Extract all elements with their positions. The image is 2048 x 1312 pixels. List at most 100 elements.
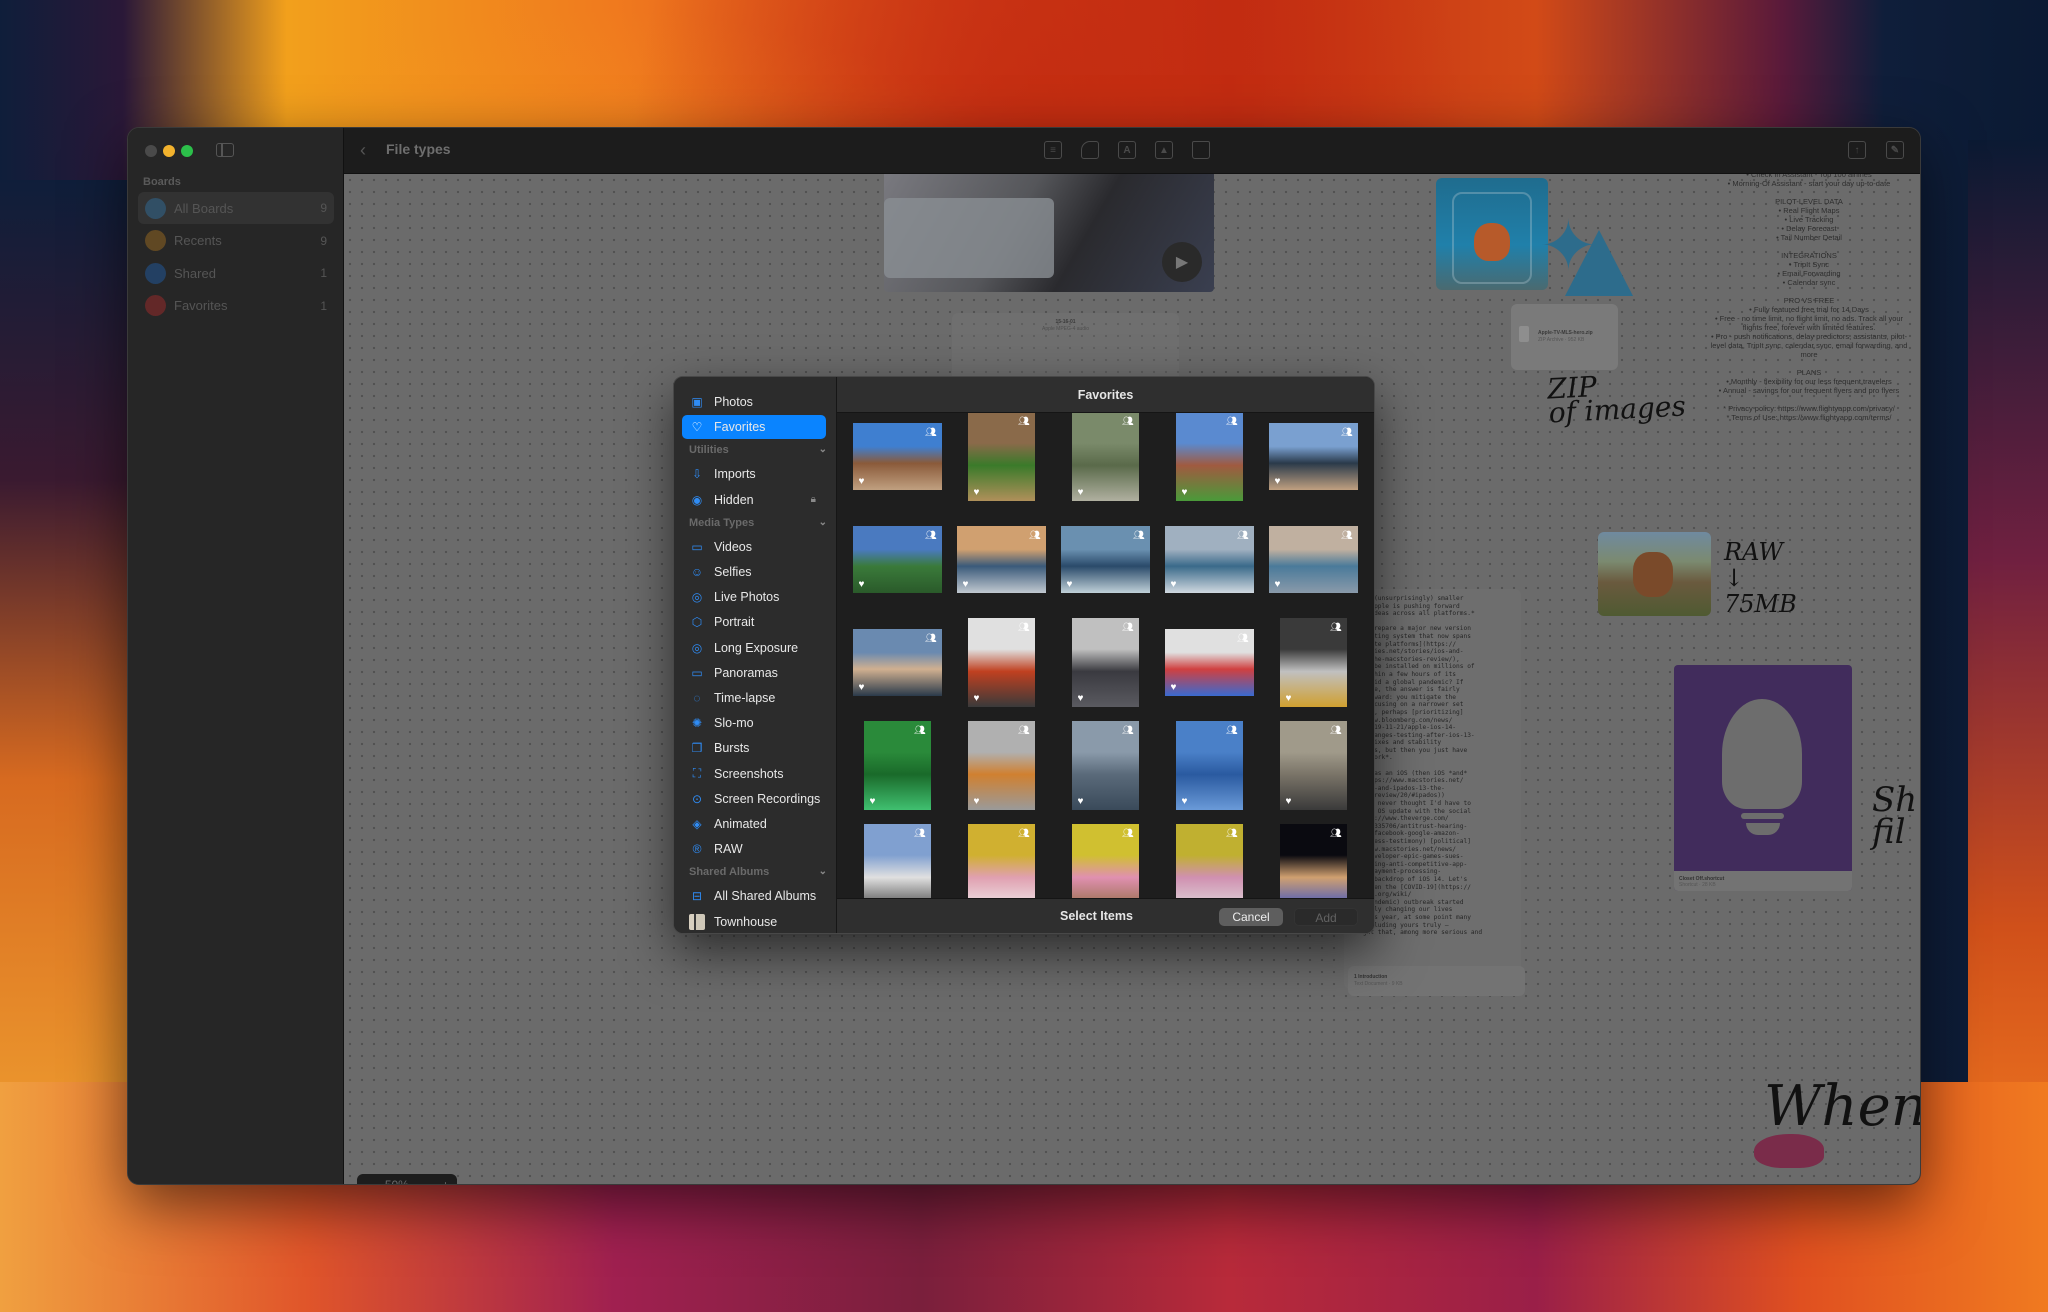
- shared-albums-icon: ⊟: [691, 889, 703, 904]
- lock-icon: 🔒︎: [810, 494, 816, 506]
- long-exposure-icon: ◎: [691, 640, 703, 655]
- picker-sidebar-item-imports[interactable]: ⇩ Imports: [682, 462, 826, 486]
- photo-thumbnail[interactable]: 👥︎♥: [967, 413, 1035, 501]
- shared-people-icon: 👥︎: [925, 529, 937, 540]
- photo-thumbnail[interactable]: 👥︎♥: [1164, 628, 1254, 696]
- picker-sidebar-label: Portrait: [714, 615, 755, 630]
- folder-icon[interactable]: [1192, 141, 1210, 159]
- favorite-heart-icon: ♥: [869, 795, 876, 807]
- note-icon[interactable]: ≡: [1044, 141, 1062, 159]
- shared-people-icon: 👥︎: [1122, 415, 1134, 426]
- photo-thumbnail[interactable]: 👥︎♥: [863, 823, 931, 898]
- maximize-button[interactable]: [181, 145, 193, 157]
- picker-sidebar-item-bursts[interactable]: ❒ Bursts: [682, 736, 826, 760]
- live-photo-icon: ◎: [691, 590, 703, 605]
- slomo-icon: ✺: [691, 716, 703, 731]
- shared-people-icon: 👥︎: [914, 827, 926, 838]
- picker-title: Favorites: [1077, 387, 1134, 402]
- picker-sidebar-item-selfies[interactable]: ☺ Selfies: [682, 560, 826, 584]
- picker-sidebar-item-videos[interactable]: ▭ Videos: [682, 535, 826, 559]
- photo-thumbnail[interactable]: 👥︎ ♥: [863, 720, 931, 810]
- photo-thumbnail[interactable]: 👥︎♥: [1060, 525, 1150, 593]
- shared-people-icon: 👥︎: [1018, 827, 1030, 838]
- photo-thumbnail[interactable]: 👥︎♥: [956, 525, 1046, 593]
- photo-thumbnail[interactable]: 👥︎♥: [1268, 525, 1358, 593]
- chevron-down-icon[interactable]: ⌄: [819, 866, 827, 878]
- picker-sidebar-item-hidden[interactable]: ◉ Hidden 🔒︎: [682, 488, 826, 512]
- screenshot-icon: ⛶: [692, 766, 702, 781]
- picker-sidebar-label: Bursts: [714, 741, 750, 756]
- shapes-icon[interactable]: [1081, 141, 1099, 159]
- picker-sidebar-item-animated[interactable]: ◈ Animated: [682, 812, 826, 836]
- photo-thumbnail[interactable]: 👥︎♥: [1279, 617, 1347, 707]
- photo-thumbnail[interactable]: 👥︎♥: [1268, 422, 1358, 490]
- sidebar-item-count: 9: [320, 201, 327, 215]
- chevron-down-icon[interactable]: ⌄: [819, 444, 827, 456]
- compose-icon[interactable]: ✎: [1886, 141, 1904, 159]
- picker-sidebar-item-long-exposure[interactable]: ◎ Long Exposure: [682, 636, 826, 660]
- media-icon[interactable]: ▲: [1155, 141, 1173, 159]
- cancel-button[interactable]: Cancel: [1219, 908, 1283, 926]
- text-box-icon[interactable]: A: [1118, 141, 1136, 159]
- picker-sidebar-label: RAW: [714, 842, 743, 857]
- photo-thumbnail[interactable]: 👥︎♥: [1071, 413, 1139, 501]
- sidebar-item-label: Shared: [174, 265, 216, 281]
- photo-thumbnail[interactable]: 👥︎ ♥: [852, 525, 942, 593]
- photo-thumbnail[interactable]: 👥︎♥: [967, 617, 1035, 707]
- picker-sidebar-label: Screenshots: [714, 766, 784, 781]
- picker-sidebar-item-townhouse[interactable]: Townhouse: [682, 910, 826, 933]
- picker-sidebar-item-screen-recordings[interactable]: ⊙ Screen Recordings: [682, 787, 826, 811]
- photo-thumbnail[interactable]: 👥︎♥: [852, 422, 942, 490]
- boards-sidebar: Boards All Boards 9 Recents 9 Shared 1 Favorit…: [128, 128, 344, 1184]
- photo-thumbnail[interactable]: 👥︎♥: [1071, 823, 1139, 898]
- shared-people-icon: 👥︎: [914, 724, 926, 735]
- photo-thumbnail[interactable]: 👥︎♥: [1279, 720, 1347, 810]
- chevron-down-icon[interactable]: ⌄: [819, 517, 827, 529]
- share-icon[interactable]: ↑: [1848, 141, 1866, 159]
- sidebar-item-shared[interactable]: Shared 1: [138, 257, 334, 289]
- picker-section-header[interactable]: Shared Albums ⌄: [689, 866, 829, 878]
- picker-sidebar-item-portrait[interactable]: ⬡ Portrait: [682, 610, 826, 634]
- sidebar-toggle-icon[interactable]: [216, 143, 234, 157]
- add-button[interactable]: Add: [1294, 908, 1358, 926]
- shared-people-icon: 👥︎: [1122, 724, 1134, 735]
- picker-sidebar-item-photos[interactable]: ▣ Photos: [682, 390, 826, 414]
- picker-sidebar-label: Panoramas: [714, 665, 778, 680]
- favorite-heart-icon: ♥: [1274, 475, 1281, 487]
- people-icon: [145, 262, 166, 284]
- clock-icon: [145, 230, 166, 251]
- picker-sidebar-item-favorites[interactable]: ♡ Favorites: [682, 415, 826, 440]
- close-button[interactable]: [145, 145, 157, 157]
- photo-thumbnail[interactable]: 👥︎♥: [1164, 525, 1254, 593]
- picker-section-header[interactable]: Media Types ⌄: [689, 517, 829, 529]
- photo-thumbnail[interactable]: 👥︎♥: [1279, 823, 1347, 898]
- animated-icon: ◈: [692, 817, 702, 831]
- video-icon: ▭: [691, 539, 703, 554]
- favorite-heart-icon: ♥: [858, 578, 865, 590]
- sidebar-item-favorites[interactable]: Favorites 1: [138, 290, 334, 322]
- photo-thumbnail[interactable]: 👥︎♥: [1071, 617, 1139, 707]
- photo-thumbnail[interactable]: 👥︎♥: [967, 720, 1035, 810]
- back-chevron-icon[interactable]: ‹: [360, 140, 366, 161]
- picker-sidebar-item-time-lapse[interactable]: ◌ Time-lapse: [682, 686, 826, 710]
- picker-sidebar-item-screenshots[interactable]: ⛶ Screenshots: [682, 762, 826, 786]
- picker-sidebar-item-slo-mo[interactable]: ✺ Slo-mo: [682, 711, 826, 735]
- picker-sidebar-item-raw[interactable]: ® RAW: [682, 837, 826, 861]
- photo-thumbnail[interactable]: 👥︎♥: [1175, 823, 1243, 898]
- photo-thumbnail[interactable]: 👥︎♥: [1175, 720, 1243, 810]
- photo-thumbnail[interactable]: 👥︎♥: [1071, 720, 1139, 810]
- photo-thumbnail[interactable]: 👥︎♥: [852, 628, 942, 696]
- section-label: Utilities: [689, 444, 729, 457]
- board-title: File types: [386, 141, 451, 157]
- photo-thumbnail[interactable]: 👥︎♥: [967, 823, 1035, 898]
- shared-people-icon: 👥︎: [1330, 827, 1342, 838]
- sidebar-item-all-boards[interactable]: All Boards 9: [138, 192, 334, 224]
- minimize-button[interactable]: [163, 145, 175, 157]
- picker-sidebar-label: Imports: [714, 467, 756, 482]
- sidebar-item-recents[interactable]: Recents 9: [138, 225, 334, 257]
- picker-section-header[interactable]: Utilities ⌄: [689, 444, 829, 456]
- picker-sidebar-item-all-shared-albums[interactable]: ⊟ All Shared Albums: [682, 884, 826, 908]
- photo-thumbnail[interactable]: 👥︎♥: [1175, 413, 1243, 501]
- picker-sidebar-item-live-photos[interactable]: ◎ Live Photos: [682, 585, 826, 609]
- picker-sidebar-item-panoramas[interactable]: ▭ Panoramas: [682, 661, 826, 685]
